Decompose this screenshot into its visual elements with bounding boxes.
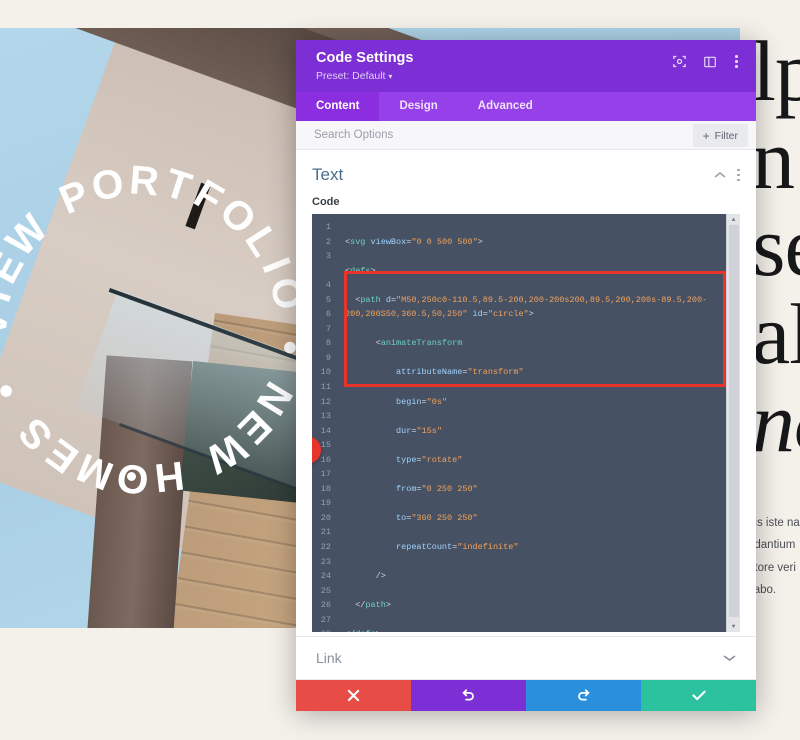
- link-section-label: Link: [316, 650, 342, 666]
- filter-button-label: Filter: [714, 129, 738, 142]
- code-content[interactable]: <svg viewBox="0 0 500 500"> <defs> <path…: [336, 214, 740, 632]
- code-line: type="rotate": [396, 454, 463, 465]
- scroll-up-icon[interactable]: ▲: [732, 214, 736, 225]
- code-line: <path d="M50,250c0-110.5,89.5-200,200-20…: [345, 294, 708, 320]
- code-line: </defs>: [345, 627, 740, 632]
- preset-selector[interactable]: Preset: Default ▾: [316, 70, 413, 82]
- scrollbar-thumb[interactable]: [729, 225, 739, 617]
- section-tools: [714, 166, 740, 184]
- page-headline: lpn .seallno: [752, 23, 800, 470]
- code-editor[interactable]: 12 3. 45 67 89 1011 1213 1415 1617 1819 …: [312, 214, 740, 632]
- code-line: attributeName="transform": [396, 367, 524, 378]
- tab-design[interactable]: Design: [379, 92, 457, 121]
- focus-icon[interactable]: [671, 53, 688, 70]
- code-line: />: [375, 571, 386, 582]
- page-top-margin: [0, 0, 800, 28]
- search-options-bar: Search Options + Filter: [296, 121, 756, 150]
- code-line: <defs>: [345, 265, 376, 276]
- more-options-icon[interactable]: [731, 53, 742, 70]
- text-section-header: Text: [312, 150, 740, 196]
- chevron-up-icon[interactable]: [714, 166, 726, 184]
- code-settings-modal: Code Settings Preset: Default ▾ Content …: [296, 40, 756, 711]
- circular-text-path: VIEW PORTFOLIO • NEW HOMES •: [0, 156, 295, 504]
- tab-content[interactable]: Content: [296, 92, 380, 121]
- modal-body: Text Code 12 3. 45 67 89 1011 1213: [296, 150, 756, 636]
- modal-footer: [296, 680, 756, 711]
- layout-icon[interactable]: [701, 53, 718, 70]
- code-field-label: Code: [312, 196, 340, 208]
- code-line: from="0 250 250": [396, 483, 478, 494]
- code-line: to="360 250 250": [396, 512, 478, 523]
- modal-header-titles: Code Settings Preset: Default ▾: [316, 49, 413, 82]
- chevron-down-icon: ▾: [388, 72, 393, 82]
- code-line: <animateTransform: [375, 338, 463, 349]
- redo-button[interactable]: [526, 680, 641, 711]
- line-number-gutter: 12 3. 45 67 89 1011 1213 1415 1617 1819 …: [312, 214, 336, 632]
- modal-tabs: Content Design Advanced: [296, 92, 756, 121]
- preset-label: Preset: Default: [316, 70, 386, 83]
- link-section-row[interactable]: Link: [296, 636, 756, 680]
- svg-text:VIEW PORTFOLIO • NEW HOMES •: VIEW PORTFOLIO • NEW HOMES •: [0, 156, 316, 504]
- modal-header: Code Settings Preset: Default ▾: [296, 40, 756, 92]
- modal-title: Code Settings: [316, 50, 414, 66]
- search-input[interactable]: Search Options: [314, 129, 393, 141]
- section-title: Text: [312, 165, 344, 184]
- cancel-button[interactable]: [296, 680, 411, 711]
- modal-header-actions: [671, 49, 742, 70]
- chevron-down-icon[interactable]: [723, 649, 736, 667]
- plus-icon: +: [702, 128, 710, 143]
- code-line: repeatCount="indefinite": [396, 542, 519, 553]
- more-options-icon[interactable]: [737, 168, 740, 182]
- save-button[interactable]: [641, 680, 756, 711]
- code-line: </path>: [355, 600, 391, 611]
- scroll-down-icon[interactable]: ▼: [732, 621, 736, 632]
- tab-advanced[interactable]: Advanced: [458, 92, 553, 121]
- undo-button[interactable]: [411, 680, 526, 711]
- filter-button[interactable]: + Filter: [692, 124, 748, 147]
- screenshot-root: VIEW PORTFOLIO • NEW HOMES • lpn .sealln…: [0, 0, 800, 740]
- editor-scrollbar[interactable]: ▲ ▼: [726, 214, 740, 632]
- code-line: dur="15s": [396, 425, 442, 436]
- code-line: begin="0s": [396, 396, 448, 407]
- code-line: <svg viewBox="0 0 500 500">: [345, 236, 483, 247]
